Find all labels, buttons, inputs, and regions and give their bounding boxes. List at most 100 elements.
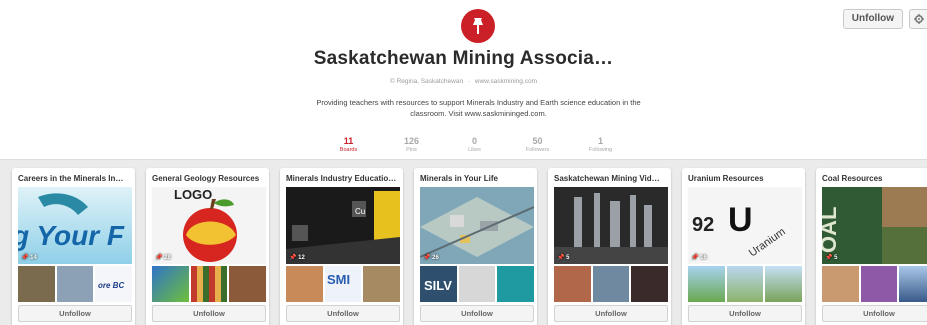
profile-page: Unfollow Saskatchewan Mining Associa… © … xyxy=(0,0,927,325)
stat-pins[interactable]: 126 Pins xyxy=(380,136,443,153)
board-cover[interactable]: Cu 📌 12 xyxy=(286,187,400,264)
pin-count: 📌 5 xyxy=(557,255,570,261)
board-title[interactable]: Uranium Resources xyxy=(682,168,805,186)
meta-separator: · xyxy=(467,78,471,85)
thumbnail xyxy=(860,266,898,302)
board-cover[interactable]: g Your F 📌 14 xyxy=(18,187,132,264)
unfollow-board-button[interactable]: Unfollow xyxy=(822,305,927,322)
profile-description: Providing teachers with resources to sup… xyxy=(316,98,641,118)
thumbnail xyxy=(726,266,764,302)
thumbnail: ore BC xyxy=(95,266,133,302)
board-cover[interactable]: 📌 5 xyxy=(554,187,668,264)
board-cover[interactable]: LOGO 📌 28 xyxy=(152,187,266,264)
thumbnail xyxy=(497,266,535,302)
board-title[interactable]: General Geology Resources xyxy=(146,168,269,186)
board-thumbnails xyxy=(554,266,669,302)
profile-meta: © Regina, Saskatchewan · www.saskmining.… xyxy=(0,78,927,85)
cover-text: U xyxy=(728,201,753,239)
board-title[interactable]: Minerals Industry Educatio… xyxy=(280,168,403,186)
board-title[interactable]: Coal Resources xyxy=(816,168,927,186)
svg-text:ore BC: ore BC xyxy=(98,281,124,290)
thumbnail xyxy=(190,266,228,302)
thumbnail: SILV xyxy=(420,266,457,302)
board-title[interactable]: Saskatchewan Mining Vid… xyxy=(548,168,671,186)
unfollow-board-button[interactable]: Unfollow xyxy=(286,305,400,322)
unfollow-board-button[interactable]: Unfollow xyxy=(688,305,802,322)
board-card[interactable]: Minerals Industry Educatio… Cu 📌 12 SMI xyxy=(280,168,403,325)
stat-value: 50 xyxy=(532,136,543,146)
thumbnail xyxy=(18,266,55,302)
thumbnail xyxy=(554,266,591,302)
pin-count: 📌 28 xyxy=(155,255,171,261)
settings-button[interactable] xyxy=(909,9,927,29)
board-title[interactable]: Minerals in Your Life xyxy=(414,168,537,186)
pin-count: 📌 26 xyxy=(423,255,439,261)
unfollow-board-button[interactable]: Unfollow xyxy=(554,305,668,322)
board-cover[interactable]: 📌 26 xyxy=(420,187,534,264)
board-card[interactable]: Careers in the Minerals In… g Your F 📌 1… xyxy=(12,168,135,325)
stat-following[interactable]: 1 Following xyxy=(569,136,632,153)
pin-count-value: 26 xyxy=(432,255,439,261)
cover-text: g Your F xyxy=(18,220,125,251)
profile-avatar xyxy=(461,9,495,43)
svg-text:92: 92 xyxy=(692,214,714,236)
pin-count-value: 28 xyxy=(164,255,171,261)
pin-count-value: 12 xyxy=(298,255,305,261)
stat-boards[interactable]: 11 Boards xyxy=(317,136,380,153)
cover-text: OAL xyxy=(822,207,841,253)
unfollow-board-button[interactable]: Unfollow xyxy=(152,305,266,322)
board-thumbnails xyxy=(152,266,267,302)
cover-art: 92 U Uranium xyxy=(688,187,802,264)
stat-label: Followers xyxy=(525,147,550,153)
thumbnail xyxy=(458,266,496,302)
cover-text: Cu xyxy=(355,207,365,216)
profile-stats: 11 Boards 126 Pins 0 Likes 50 Followers … xyxy=(317,136,632,153)
website-link[interactable]: www.saskmining.com xyxy=(475,78,537,85)
pin-count: 📌 12 xyxy=(289,255,305,261)
stat-value: 11 xyxy=(343,136,354,146)
thumbnail xyxy=(688,266,725,302)
top-actions: Unfollow xyxy=(842,9,927,29)
unfollow-profile-button[interactable]: Unfollow xyxy=(842,9,903,29)
thumbnail xyxy=(363,266,401,302)
board-card[interactable]: Saskatchewan Mining Vid… 📌 5 Unfollow xyxy=(548,168,671,325)
gear-icon xyxy=(913,14,924,24)
board-card[interactable]: Minerals in Your Life 📌 26 SILV Unfollow xyxy=(414,168,537,325)
svg-text:SMI: SMI xyxy=(327,272,350,287)
thumbnail xyxy=(56,266,94,302)
cover-art xyxy=(420,197,534,258)
thumbnail xyxy=(822,266,859,302)
stat-label: Pins xyxy=(406,147,417,153)
pin-icon xyxy=(473,18,483,34)
stat-label: Boards xyxy=(339,147,358,153)
thumbnail xyxy=(286,266,323,302)
board-card[interactable]: General Geology Resources LOGO 📌 28 Unfo… xyxy=(146,168,269,325)
stat-followers[interactable]: 50 Followers xyxy=(506,136,569,153)
thumbnail: SMI xyxy=(324,266,362,302)
cover-text: LOGO xyxy=(174,187,212,202)
board-card[interactable]: Coal Resources OAL 📌 5 Unfollow xyxy=(816,168,927,325)
board-card[interactable]: Uranium Resources 92 U Uranium 📌 16 Unfo… xyxy=(682,168,805,325)
unfollow-board-button[interactable]: Unfollow xyxy=(18,305,132,322)
profile-name: Saskatchewan Mining Associa… xyxy=(313,48,614,69)
cover-art xyxy=(554,187,668,264)
board-cover[interactable]: 92 U Uranium 📌 16 xyxy=(688,187,802,264)
board-title[interactable]: Careers in the Minerals In… xyxy=(12,168,135,186)
pin-count: 📌 5 xyxy=(825,255,838,261)
board-thumbnails xyxy=(822,266,927,302)
pin-count-value: 5 xyxy=(566,255,570,261)
thumbnail xyxy=(765,266,803,302)
board-thumbnails: SMI xyxy=(286,266,401,302)
pin-count-value: 16 xyxy=(700,255,707,261)
board-thumbnails: ore BC xyxy=(18,266,133,302)
thumbnail xyxy=(899,266,927,302)
thumbnail xyxy=(592,266,630,302)
cover-art: OAL xyxy=(822,187,927,264)
stat-value: 1 xyxy=(597,136,603,146)
pin-count-value: 14 xyxy=(30,255,37,261)
stat-likes[interactable]: 0 Likes xyxy=(443,136,506,153)
cover-art: g Your F xyxy=(18,193,125,251)
unfollow-board-button[interactable]: Unfollow xyxy=(420,305,534,322)
board-grid: Careers in the Minerals In… g Your F 📌 1… xyxy=(12,168,927,325)
board-cover[interactable]: OAL 📌 5 xyxy=(822,187,927,264)
